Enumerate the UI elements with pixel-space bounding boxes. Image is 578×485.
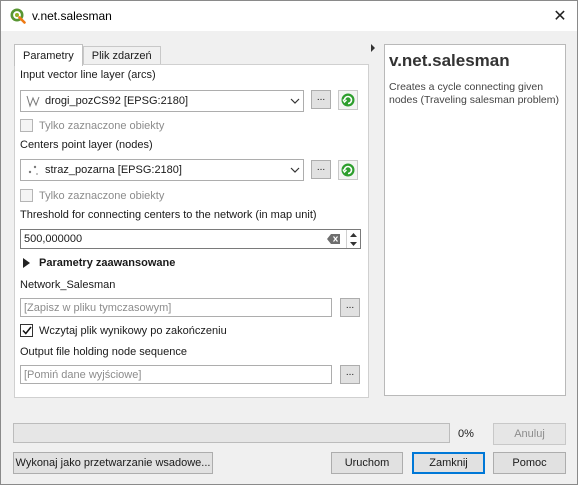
- checkbox-label: Tylko zaznaczone obiekty: [39, 119, 165, 132]
- qgis-logo-icon: [10, 8, 26, 24]
- checkbox-box: [20, 324, 33, 337]
- centers-layer-browse-button[interactable]: ...: [311, 160, 331, 179]
- clear-value-icon[interactable]: [326, 231, 342, 247]
- help-button[interactable]: Pomoc: [493, 452, 566, 474]
- spin-down-button[interactable]: [347, 239, 360, 248]
- close-button[interactable]: Zamknij: [412, 452, 485, 474]
- checkbox-box: [20, 189, 33, 202]
- close-window-button[interactable]: ✕: [551, 7, 569, 25]
- advanced-params-label: Parametry zaawansowane: [39, 257, 176, 269]
- spin-arrows: [346, 230, 360, 248]
- sequence-output-label: Output file holding node sequence: [20, 346, 187, 358]
- input-selected-only-checkbox[interactable]: Tylko zaznaczone obiekty: [20, 119, 164, 132]
- cancel-button[interactable]: Anuluj: [493, 423, 566, 445]
- point-layer-icon: [26, 163, 40, 177]
- sequence-output-field[interactable]: [Pomiń dane wyjściowe]: [20, 365, 332, 384]
- sequence-output-browse-button[interactable]: ...: [340, 365, 360, 384]
- title-bar: v.net.salesman ✕: [1, 1, 577, 31]
- input-layer-combo[interactable]: drogi_pozCS92 [EPSG:2180]: [20, 90, 304, 112]
- threshold-label: Threshold for connecting centers to the …: [20, 209, 317, 221]
- collapse-help-arrow-icon[interactable]: [371, 44, 375, 52]
- checkbox-box: [20, 119, 33, 132]
- centers-selected-only-checkbox[interactable]: Tylko zaznaczone obiekty: [20, 189, 164, 202]
- progress-percent: 0%: [458, 428, 474, 440]
- checkbox-label: Wczytaj plik wynikowy po zakończeniu: [39, 324, 227, 337]
- centers-layer-iterate-button[interactable]: [338, 160, 358, 180]
- input-layer-label: Input vector line layer (arcs): [20, 69, 156, 81]
- checkmark-icon: [21, 326, 32, 335]
- parameters-panel: Input vector line layer (arcs) drogi_poz…: [14, 64, 369, 398]
- network-output-label: Network_Salesman: [20, 279, 116, 291]
- tab-plik-zdarzen[interactable]: Plik zdarzeń: [82, 46, 161, 65]
- load-output-checkbox[interactable]: Wczytaj plik wynikowy po zakończeniu: [20, 324, 227, 337]
- centers-layer-label: Centers point layer (nodes): [20, 139, 153, 151]
- chevron-down-icon: [287, 91, 303, 111]
- threshold-value: 500,000000: [24, 233, 83, 245]
- input-layer-iterate-button[interactable]: [338, 90, 358, 110]
- batch-process-button[interactable]: Wykonaj jako przetwarzanie wsadowe...: [13, 452, 213, 474]
- help-description: Creates a cycle connecting given nodes (…: [389, 81, 560, 106]
- iterate-icon: [341, 163, 355, 177]
- window-title: v.net.salesman: [32, 9, 112, 23]
- checkbox-label: Tylko zaznaczone obiekty: [39, 189, 165, 202]
- iterate-icon: [341, 93, 355, 107]
- network-output-placeholder: [Zapisz w pliku tymczasowym]: [24, 301, 172, 314]
- sequence-output-placeholder: [Pomiń dane wyjściowe]: [24, 368, 142, 381]
- tab-parametry[interactable]: Parametry: [14, 44, 83, 66]
- tab-bar: Parametry Plik zdarzeń: [14, 44, 161, 66]
- dialog-window: v.net.salesman ✕ Parametry Plik zdarzeń …: [0, 0, 578, 485]
- network-output-field[interactable]: [Zapisz w pliku tymczasowym]: [20, 298, 332, 317]
- centers-layer-value: straz_pozarna [EPSG:2180]: [45, 164, 182, 176]
- run-button[interactable]: Uruchom: [331, 452, 403, 474]
- advanced-params-toggle[interactable]: Parametry zaawansowane: [23, 257, 175, 269]
- tab-label: Plik zdarzeń: [91, 50, 152, 62]
- progress-bar: [13, 423, 450, 443]
- help-panel: v.net.salesman Creates a cycle connectin…: [384, 44, 566, 396]
- input-layer-value: drogi_pozCS92 [EPSG:2180]: [45, 95, 189, 107]
- line-layer-icon: [26, 94, 40, 108]
- help-title: v.net.salesman: [389, 51, 510, 70]
- chevron-down-icon: [287, 160, 303, 180]
- centers-layer-combo[interactable]: straz_pozarna [EPSG:2180]: [20, 159, 304, 181]
- network-output-browse-button[interactable]: ...: [340, 298, 360, 317]
- input-layer-browse-button[interactable]: ...: [311, 90, 331, 109]
- close-icon: ✕: [553, 8, 567, 25]
- threshold-spinbox[interactable]: 500,000000: [20, 229, 361, 249]
- spin-up-button[interactable]: [347, 230, 360, 239]
- expand-arrow-icon: [23, 258, 30, 268]
- tab-label: Parametry: [23, 49, 74, 62]
